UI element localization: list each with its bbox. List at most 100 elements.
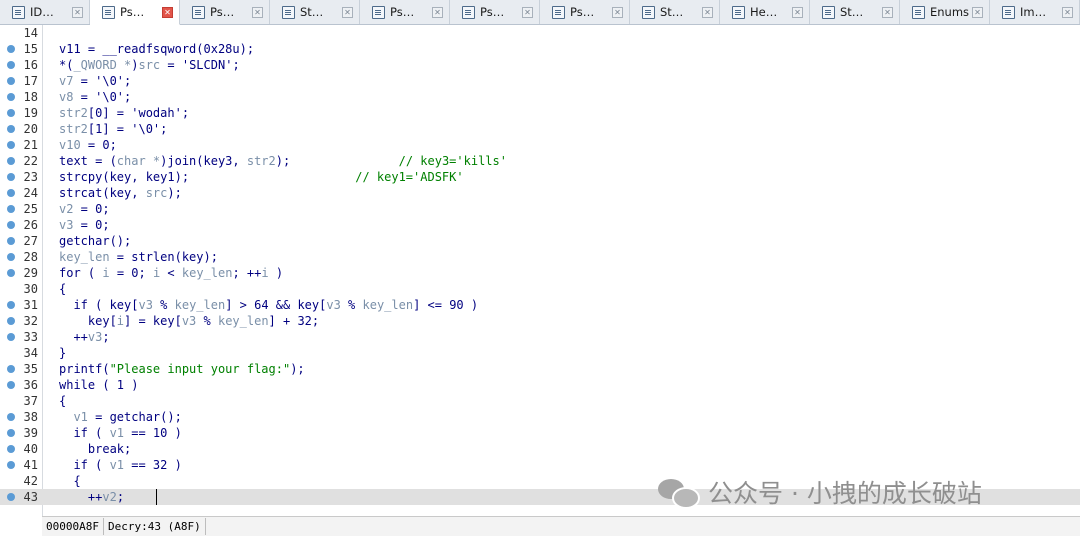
code-line[interactable]: 19 str2[0] = 'wodah'; (0, 105, 1080, 121)
breakpoint-dot-icon[interactable] (7, 429, 15, 437)
breakpoint-dot-icon[interactable] (7, 45, 15, 53)
close-tab-icon[interactable]: ✕ (702, 6, 713, 18)
code-line[interactable]: 32 key[i] = key[v3 % key_len] + 32; (0, 313, 1080, 329)
pseudocode-editor[interactable]: 14 15 v11 = __readfsqword(0x28u); 16 *(_QWOR… (0, 25, 1080, 516)
breakpoint-dot-icon[interactable] (7, 413, 15, 421)
code-line[interactable]: 22 text = (char *)join(key3, str2); // ke… (0, 153, 1080, 169)
code-line[interactable]: 14 (0, 25, 1080, 41)
code-line[interactable]: 41 if ( v1 == 32 ) (0, 457, 1080, 473)
code-token: // key3='kills' (398, 154, 507, 168)
code-line[interactable]: 38 v1 = getchar(); (0, 409, 1080, 425)
breakpoint-dot-icon[interactable] (7, 301, 15, 309)
code-line[interactable]: 37 { (0, 393, 1080, 409)
tab-1[interactable]: Ps… ✕ (90, 0, 180, 25)
line-number: 21 (23, 138, 38, 152)
breakpoint-dot-icon[interactable] (7, 493, 15, 501)
tab-3[interactable]: St… ✕ (270, 0, 360, 24)
tab-2[interactable]: Ps… ✕ (180, 0, 270, 24)
close-tab-icon[interactable]: ✕ (342, 6, 353, 18)
code-line[interactable]: 23 strcpy(key, key1); // key1='ADSFK' (0, 169, 1080, 185)
code-line[interactable]: 31 if ( key[v3 % key_len] > 64 && key[v3… (0, 297, 1080, 313)
tab-11[interactable]: Im… ✕ (990, 0, 1080, 24)
breakpoint-dot-icon[interactable] (7, 157, 15, 165)
code-text: if ( key[v3 % key_len] > 64 && key[v3 % … (59, 297, 478, 313)
code-line[interactable]: 27 getchar(); (0, 233, 1080, 249)
code-token: break; (59, 442, 132, 456)
breakpoint-dot-icon[interactable] (7, 221, 15, 229)
breakpoint-dot-icon[interactable] (7, 269, 15, 277)
code-token: v1 (109, 458, 125, 472)
code-line[interactable]: 29 for ( i = 0; i < key_len; ++i ) (0, 265, 1080, 281)
line-number: 23 (23, 170, 38, 184)
breakpoint-dot-icon[interactable] (7, 173, 15, 181)
code-line[interactable]: 16 *(_QWORD *)src = 'SLCDN'; (0, 57, 1080, 73)
status-location: Decry:43 (A8F) (104, 518, 206, 535)
breakpoint-dot-icon[interactable] (7, 445, 15, 453)
code-line[interactable]: 35 printf("Please input your flag:"); (0, 361, 1080, 377)
breakpoint-dot-icon[interactable] (7, 125, 15, 133)
code-token: 'SLCDN' (181, 58, 233, 72)
code-line[interactable]: 36 while ( 1 ) (0, 377, 1080, 393)
close-tab-icon[interactable]: ✕ (252, 6, 263, 18)
code-line[interactable]: 24 strcat(key, src); (0, 185, 1080, 201)
tab-0[interactable]: ID… ✕ (0, 0, 90, 24)
code-line[interactable]: 30 { (0, 281, 1080, 297)
code-line[interactable]: 33 ++v3; (0, 329, 1080, 345)
code-token: = strlen(key); (109, 250, 218, 264)
code-token: = 0; (109, 266, 153, 280)
close-tab-icon[interactable]: ✕ (1062, 6, 1073, 18)
code-line[interactable]: 39 if ( v1 == 10 ) (0, 425, 1080, 441)
line-number: 14 (23, 26, 38, 40)
code-token: v10 (59, 138, 81, 152)
code-line[interactable]: 21 v10 = 0; (0, 137, 1080, 153)
tab-7[interactable]: St… ✕ (630, 0, 720, 24)
close-tab-icon[interactable]: ✕ (522, 6, 533, 18)
tab-9[interactable]: St… ✕ (810, 0, 900, 24)
close-tab-icon[interactable]: ✕ (162, 6, 173, 18)
breakpoint-dot-icon[interactable] (7, 141, 15, 149)
code-token: v3 (181, 314, 197, 328)
code-token: "Please input your flag:" (109, 362, 291, 376)
code-line[interactable]: 15 v11 = __readfsqword(0x28u); (0, 41, 1080, 57)
code-line[interactable]: 25 v2 = 0; (0, 201, 1080, 217)
tab-5[interactable]: Ps… ✕ (450, 0, 540, 24)
close-tab-icon[interactable]: ✕ (792, 6, 803, 18)
breakpoint-dot-icon[interactable] (7, 237, 15, 245)
code-line[interactable]: 20 str2[1] = '\0'; (0, 121, 1080, 137)
code-line[interactable]: 18 v8 = '\0'; (0, 89, 1080, 105)
close-tab-icon[interactable]: ✕ (612, 6, 623, 18)
breakpoint-dot-icon[interactable] (7, 61, 15, 69)
close-tab-icon[interactable]: ✕ (882, 6, 893, 18)
code-text: v10 = 0; (59, 137, 117, 153)
code-token: ; (116, 490, 125, 504)
tab-8[interactable]: He… ✕ (720, 0, 810, 24)
breakpoint-dot-icon[interactable] (7, 365, 15, 373)
code-line[interactable]: 34} (0, 345, 1080, 361)
breakpoint-dot-icon[interactable] (7, 109, 15, 117)
code-line[interactable]: 17 v7 = '\0'; (0, 73, 1080, 89)
status-address: 00000A8F (42, 518, 104, 535)
close-tab-icon[interactable]: ✕ (972, 6, 983, 18)
breakpoint-dot-icon[interactable] (7, 461, 15, 469)
breakpoint-dot-icon[interactable] (7, 93, 15, 101)
breakpoint-dot-icon[interactable] (7, 317, 15, 325)
breakpoint-dot-icon[interactable] (7, 333, 15, 341)
code-line[interactable]: 28 key_len = strlen(key); (0, 249, 1080, 265)
code-text: key[i] = key[v3 % key_len] + 32; (59, 313, 319, 329)
tab-6[interactable]: Ps… ✕ (540, 0, 630, 24)
close-tab-icon[interactable]: ✕ (432, 6, 443, 18)
breakpoint-dot-icon[interactable] (7, 77, 15, 85)
tab-4[interactable]: Ps… ✕ (360, 0, 450, 24)
breakpoint-dot-icon[interactable] (7, 189, 15, 197)
code-text: if ( v1 == 10 ) (59, 425, 181, 441)
breakpoint-dot-icon[interactable] (7, 381, 15, 389)
code-token: )join(key3, (160, 154, 247, 168)
pseudocode-icon (192, 5, 205, 19)
tab-10[interactable]: Enums ✕ (900, 0, 990, 24)
close-tab-icon[interactable]: ✕ (72, 6, 83, 18)
breakpoint-dot-icon[interactable] (7, 205, 15, 213)
watermark: 公众号 · 小拽的成长破站 (658, 474, 982, 510)
code-line[interactable]: 40 break; (0, 441, 1080, 457)
breakpoint-dot-icon[interactable] (7, 253, 15, 261)
code-line[interactable]: 26 v3 = 0; (0, 217, 1080, 233)
